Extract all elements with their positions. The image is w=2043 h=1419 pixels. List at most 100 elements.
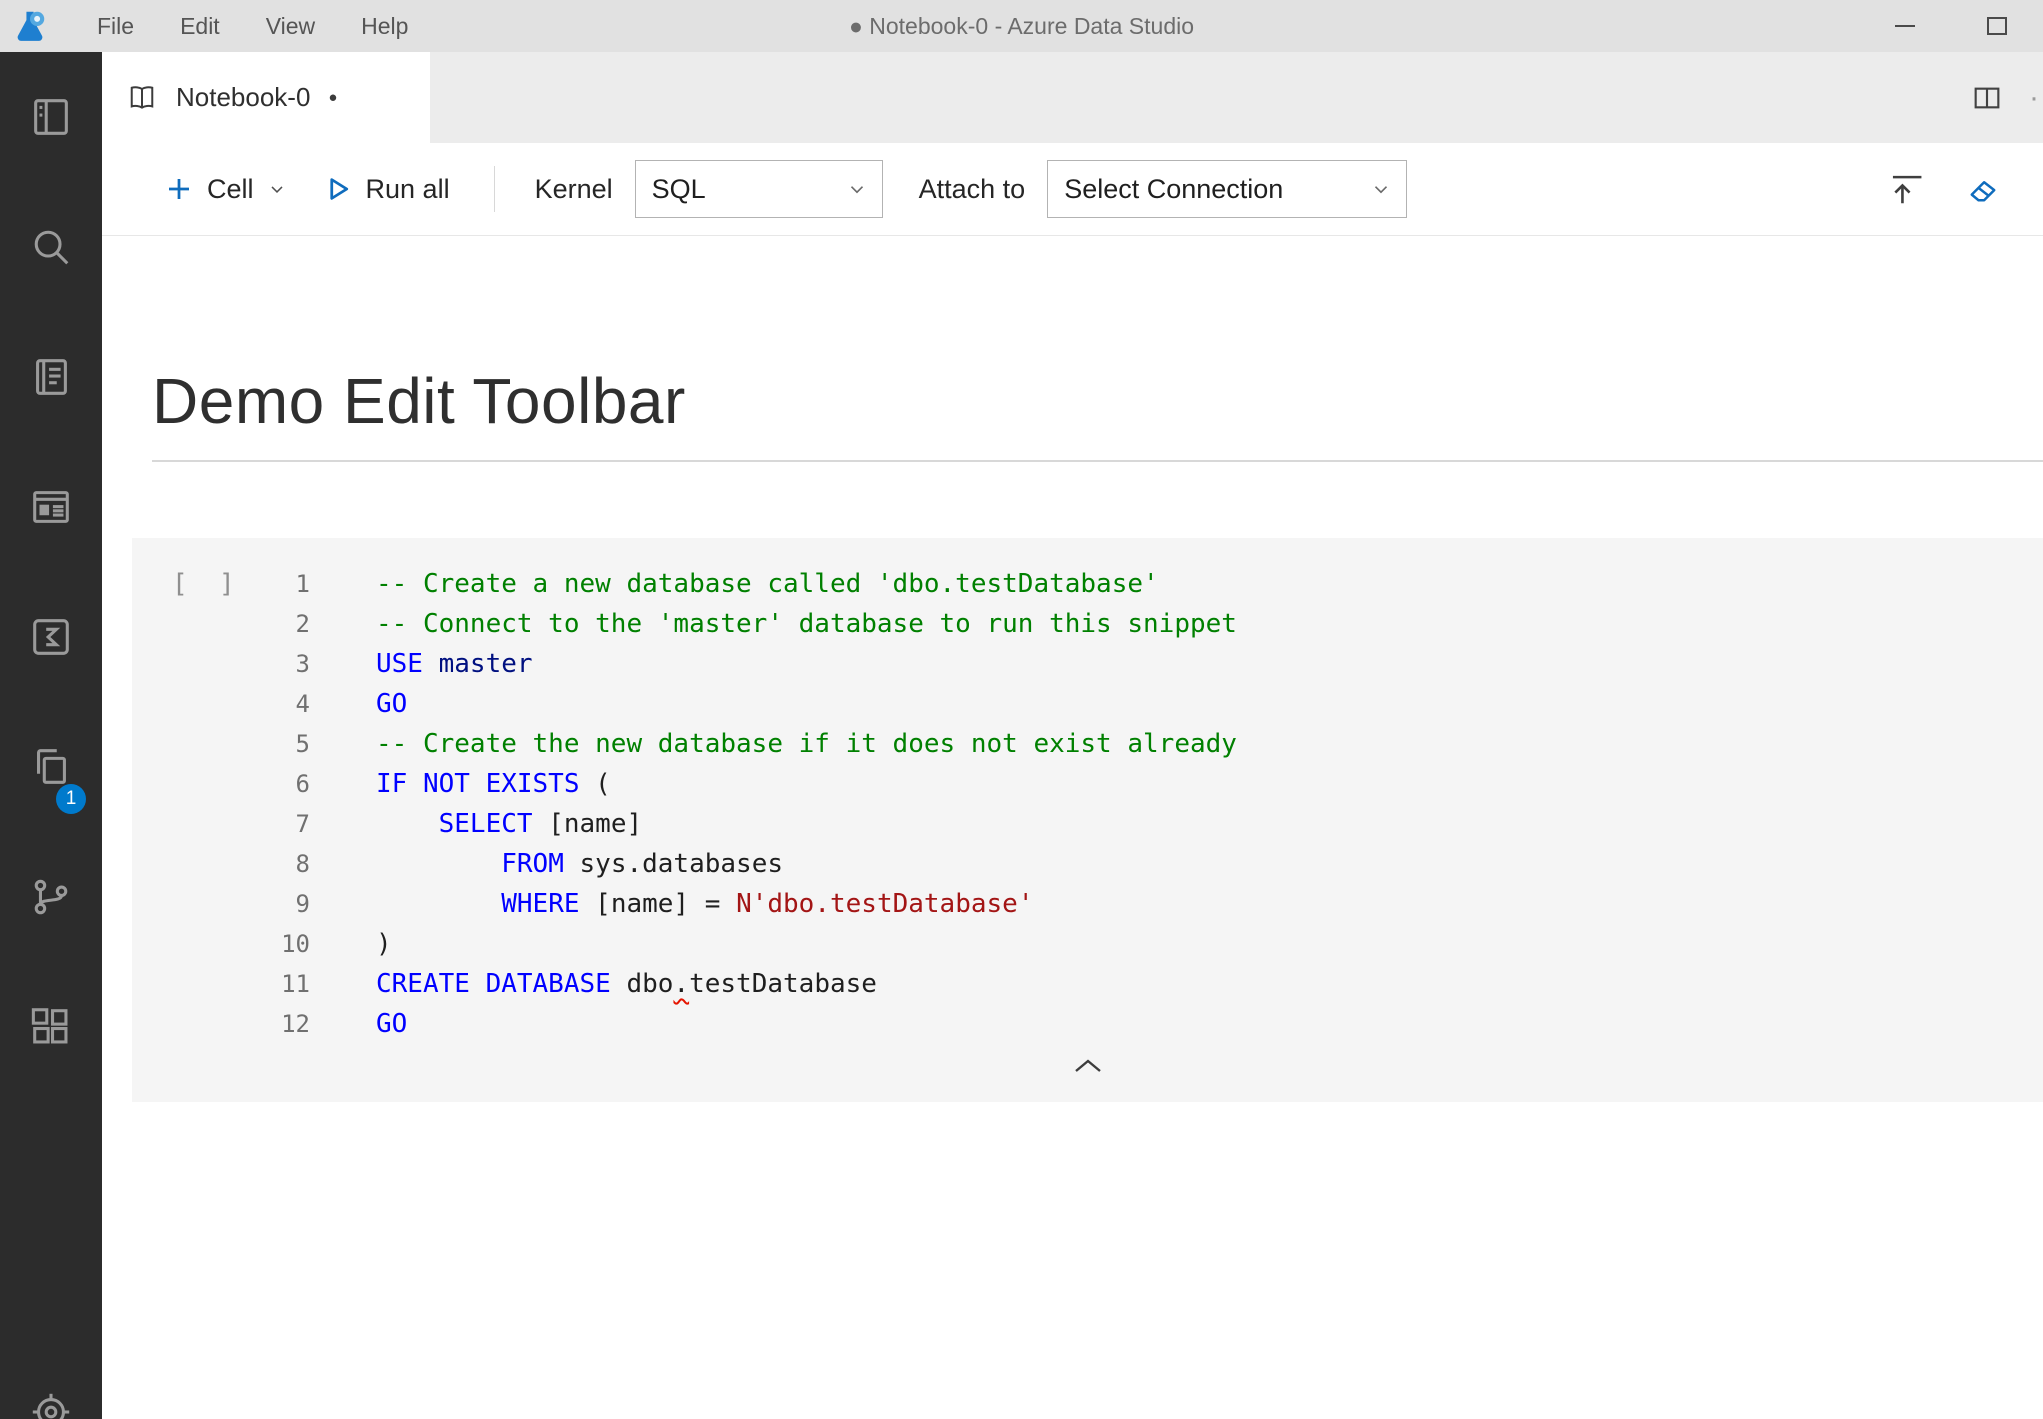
collapse-cell-button[interactable] — [132, 1054, 2043, 1078]
clear-results-icon — [1965, 171, 2001, 207]
status-badge: 1 — [56, 784, 86, 814]
line-number: 7 — [132, 810, 310, 838]
code-line[interactable]: 12GO — [132, 1004, 2043, 1044]
code-text[interactable]: GO — [310, 1009, 407, 1039]
window-title: ● Notebook-0 - Azure Data Studio — [849, 0, 1194, 52]
add-cell-button[interactable]: Cell — [146, 174, 305, 205]
line-number: 11 — [132, 970, 310, 998]
title-bar: File Edit View Help ● Notebook-0 - Azure… — [0, 0, 2043, 52]
menu-edit[interactable]: Edit — [157, 0, 243, 52]
line-number: 3 — [132, 650, 310, 678]
sidebar-item-connections[interactable] — [0, 52, 102, 182]
collapse-cells-button[interactable] — [1887, 170, 1925, 208]
notebook-toolbar: Cell Run all Kernel SQL Attach to — [102, 143, 2043, 236]
code-line[interactable]: 1-- Create a new database called 'dbo.te… — [132, 564, 2043, 604]
azure-data-studio-window: File Edit View Help ● Notebook-0 - Azure… — [0, 0, 2043, 1419]
sidebar-item-notebooks[interactable] — [0, 312, 102, 442]
notebook-book-icon — [126, 82, 158, 114]
extensions-icon — [28, 1004, 74, 1050]
minimize-icon — [1895, 25, 1915, 27]
code-line[interactable]: 8 FROM sys.databases — [132, 844, 2043, 884]
menu-bar: File Edit View Help — [74, 0, 431, 52]
connections-icon — [28, 94, 74, 140]
source-control-icon — [28, 874, 74, 920]
line-number: 2 — [132, 610, 310, 638]
code-lines: 1-- Create a new database called 'dbo.te… — [132, 564, 2043, 1044]
menu-view[interactable]: View — [243, 0, 338, 52]
toolbar-right-actions — [1887, 170, 2001, 208]
sidebar-item-query-history[interactable] — [0, 442, 102, 572]
search-icon — [28, 224, 74, 270]
code-text[interactable]: SELECT [name] — [310, 809, 642, 839]
line-number: 6 — [132, 770, 310, 798]
code-line[interactable]: 10) — [132, 924, 2043, 964]
code-text[interactable]: USE master — [310, 649, 533, 679]
notebook-icon — [28, 354, 74, 400]
kernel-dropdown[interactable]: SQL — [635, 160, 883, 218]
kernel-value: SQL — [652, 174, 706, 205]
attach-to-label: Attach to — [919, 174, 1026, 205]
add-cell-label: Cell — [207, 174, 254, 205]
cell-run-indicator[interactable]: [ ] — [172, 564, 235, 604]
sidebar-item-console[interactable] — [0, 572, 102, 702]
run-all-button[interactable]: Run all — [305, 174, 468, 205]
menu-help[interactable]: Help — [338, 0, 431, 52]
line-number: 10 — [132, 930, 310, 958]
maximize-button[interactable] — [1951, 0, 2043, 52]
code-line[interactable]: 9 WHERE [name] = N'dbo.testDatabase' — [132, 884, 2043, 924]
activity-bar: 1 — [0, 52, 102, 1419]
code-text[interactable]: -- Create a new database called 'dbo.tes… — [310, 569, 1159, 599]
line-number: 5 — [132, 730, 310, 758]
heading-rule — [152, 460, 2043, 462]
run-all-icon — [323, 174, 353, 204]
code-line[interactable]: 11CREATE DATABASE dbo.testDatabase — [132, 964, 2043, 1004]
code-text[interactable]: GO — [310, 689, 407, 719]
sidebar-item-settings[interactable] — [0, 1389, 102, 1419]
run-all-label: Run all — [366, 174, 450, 205]
chevron-down-icon — [267, 179, 287, 199]
code-cell[interactable]: [ ] 1-- Create a new database called 'db… — [132, 538, 2043, 1102]
app-logo-icon — [10, 6, 50, 46]
attach-to-dropdown[interactable]: Select Connection — [1047, 160, 1407, 218]
console-icon — [28, 614, 74, 660]
tab-notebook-0[interactable]: Notebook-0 ● — [102, 52, 430, 143]
tab-label: Notebook-0 — [176, 82, 310, 113]
sidebar-item-extensions[interactable] — [0, 962, 102, 1092]
code-line[interactable]: 2-- Connect to the 'master' database to … — [132, 604, 2043, 644]
code-line[interactable]: 7 SELECT [name] — [132, 804, 2043, 844]
line-number: 9 — [132, 890, 310, 918]
chevron-down-icon — [1370, 178, 1392, 200]
sidebar-item-source-control[interactable] — [0, 832, 102, 962]
code-text[interactable]: WHERE [name] = N'dbo.testDatabase' — [310, 889, 1033, 919]
code-line[interactable]: 3USE master — [132, 644, 2043, 684]
toolbar-divider — [494, 166, 495, 212]
more-actions-icon[interactable]: · — [2029, 52, 2039, 143]
code-text[interactable]: IF NOT EXISTS ( — [310, 769, 611, 799]
code-line[interactable]: 4GO — [132, 684, 2043, 724]
code-line[interactable]: 6IF NOT EXISTS ( — [132, 764, 2043, 804]
copy-files-icon — [28, 744, 74, 790]
code-text[interactable]: -- Connect to the 'master' database to r… — [310, 609, 1237, 639]
chevron-down-icon — [846, 178, 868, 200]
sidebar-item-copy-files[interactable]: 1 — [0, 702, 102, 832]
code-text[interactable]: FROM sys.databases — [310, 849, 783, 879]
plus-icon — [164, 174, 194, 204]
minimize-button[interactable] — [1859, 0, 1951, 52]
line-number: 4 — [132, 690, 310, 718]
collapse-cells-icon — [1887, 170, 1925, 208]
code-text[interactable]: CREATE DATABASE dbo.testDatabase — [310, 969, 877, 999]
code-text[interactable]: ) — [310, 929, 392, 959]
settings-gear-icon — [28, 1389, 74, 1419]
tab-bar: Notebook-0 ● · — [102, 52, 2043, 143]
clear-results-button[interactable] — [1965, 171, 2001, 207]
sidebar-item-search[interactable] — [0, 182, 102, 312]
query-history-icon — [28, 484, 74, 530]
code-line[interactable]: 5-- Create the new database if it does n… — [132, 724, 2043, 764]
notebook-content: Demo Edit Toolbar [ ] 1-- Create a new d… — [102, 364, 2043, 1102]
code-text[interactable]: -- Create the new database if it does no… — [310, 729, 1237, 759]
window-controls — [1859, 0, 2043, 52]
chevron-up-icon — [1067, 1054, 1109, 1078]
menu-file[interactable]: File — [74, 0, 157, 52]
tab-dirty-indicator: ● — [328, 89, 337, 106]
split-editor-icon[interactable] — [1971, 82, 2003, 114]
